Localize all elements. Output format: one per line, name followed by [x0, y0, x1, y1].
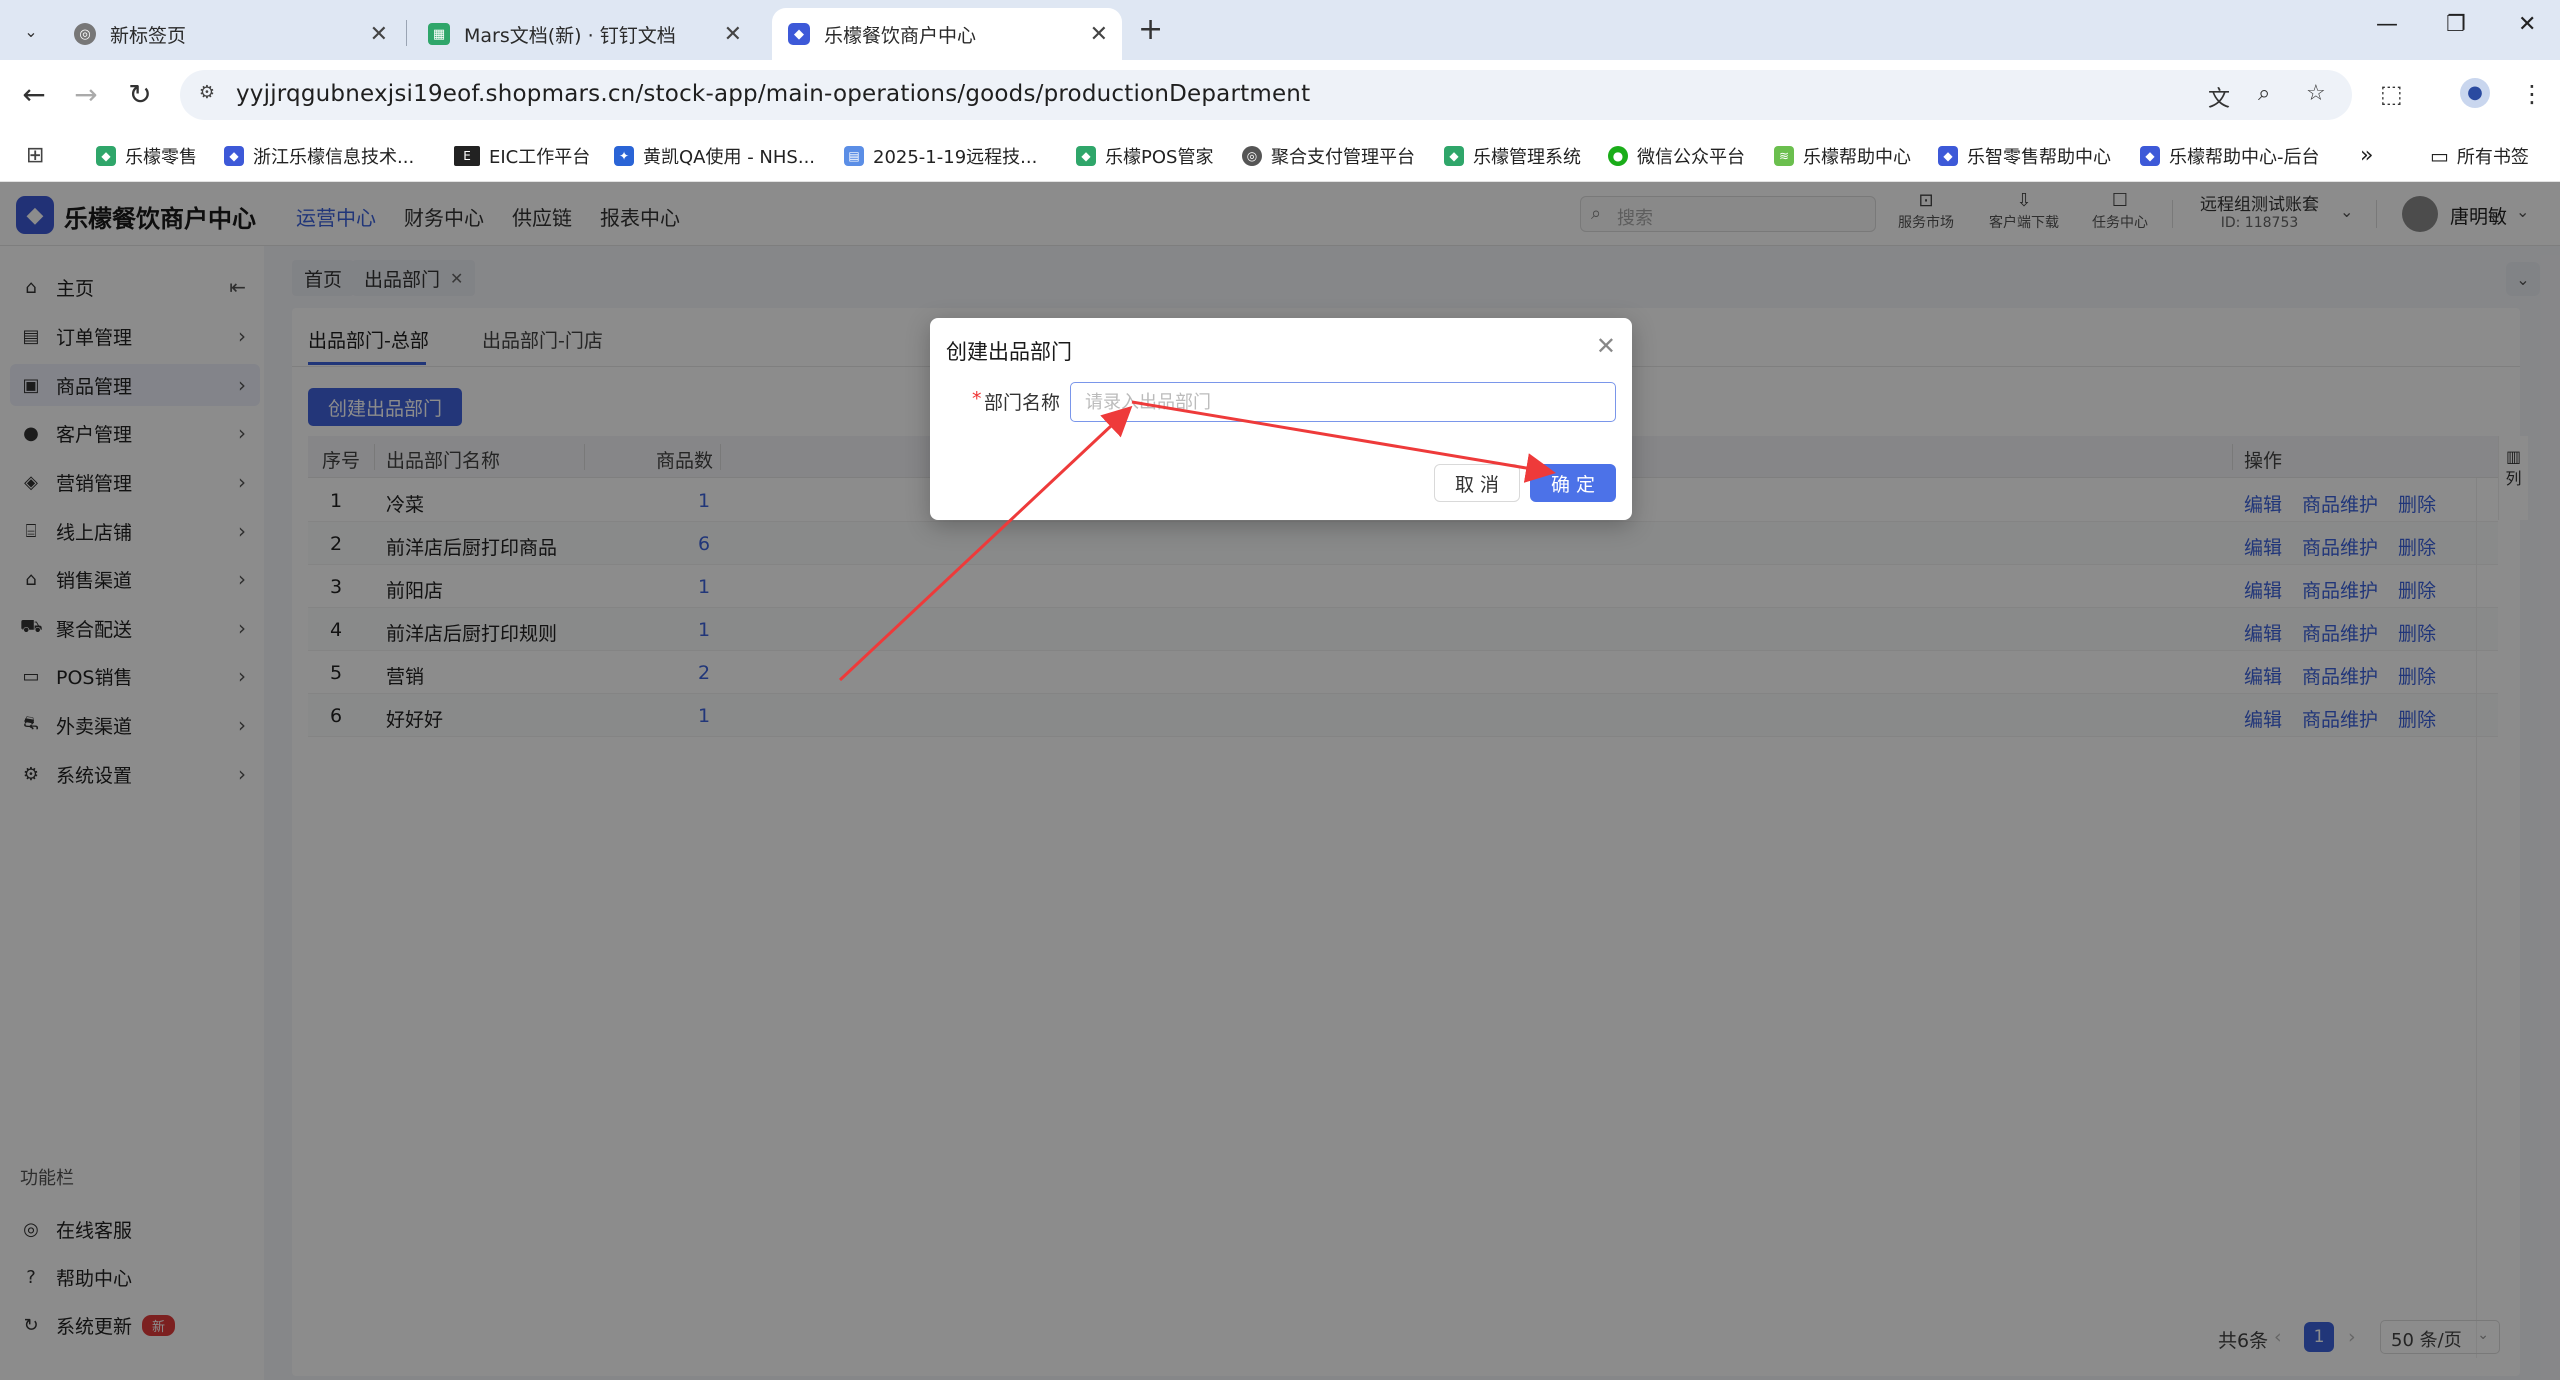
lemon-leaf-icon: ◆ [96, 146, 116, 166]
bookmark-item[interactable]: ◎ 聚合支付管理平台 [1242, 143, 1415, 169]
cancel-button[interactable]: 取 消 [1434, 464, 1520, 502]
doc-icon: ▦ [428, 23, 450, 45]
bookmark-item[interactable]: ● 微信公众平台 [1608, 143, 1745, 169]
all-bookmarks[interactable]: ▭ 所有书签 [2430, 143, 2529, 169]
jira-icon: ✦ [614, 146, 634, 166]
lemon-logo-icon: ◆ [788, 23, 810, 45]
zoom-icon[interactable]: ⌕ [2258, 81, 2270, 106]
lemon-logo-icon: ◆ [224, 146, 244, 166]
folder-icon: ▭ [2430, 144, 2449, 168]
browser-menu-icon[interactable]: ⋮ [2520, 80, 2544, 108]
browser-tab-strip: ⌄ ◎ 新标签页 ✕ ▦ Mars文档(新) · 钉钉文档 ✕ ◆ 乐檬餐饮商户… [0, 0, 2560, 60]
department-name-input[interactable] [1070, 382, 1616, 422]
department-name-label: 部门名称 [984, 392, 1061, 414]
dialog-title: 创建出品部门 [946, 340, 1072, 364]
wechat-icon: ● [1608, 146, 1628, 166]
help-center-icon: ≋ [1774, 146, 1794, 166]
confirm-button[interactable]: 确 定 [1530, 464, 1616, 502]
apps-grid-icon[interactable]: ⊞ [26, 143, 44, 168]
tab-search-chevron-icon[interactable]: ⌄ [14, 14, 48, 48]
close-window-icon[interactable]: ✕ [2518, 12, 2536, 37]
close-tab-icon[interactable]: ✕ [724, 22, 742, 47]
restore-icon[interactable]: ❐ [2446, 12, 2466, 37]
bookmark-item[interactable]: ◆ 乐檬POS管家 [1076, 143, 1213, 169]
address-bar-row: ← → ↻ ⚙ yyjjrqgubnexjsi19eof.shopmars.cn… [0, 60, 2560, 130]
create-department-dialog: 创建出品部门 ✕ * 部门名称 取 消 确 定 [930, 318, 1632, 520]
lemon-logo-icon: ◆ [2140, 146, 2160, 166]
browser-tab-mars-doc[interactable]: ▦ Mars文档(新) · 钉钉文档 ✕ [412, 8, 756, 60]
bookmark-item[interactable]: E EIC工作平台 [454, 143, 590, 169]
url-text[interactable]: yyjjrqgubnexjsi19eof.shopmars.cn/stock-a… [236, 81, 1310, 107]
bookmark-item[interactable]: ◆ 浙江乐檬信息技术... [224, 143, 414, 169]
site-settings-icon[interactable]: ⚙ [194, 82, 220, 108]
close-tab-icon[interactable]: ✕ [370, 22, 388, 47]
lemon-leaf-icon: ◆ [1076, 146, 1096, 166]
globe-icon: ◎ [1242, 146, 1262, 166]
bookmark-item[interactable]: ◆ 乐檬管理系统 [1444, 143, 1581, 169]
more-bookmarks-chevron-icon[interactable]: » [2360, 143, 2373, 168]
lemon-leaf-icon: ◆ [1444, 146, 1464, 166]
translate-icon[interactable]: 文 [2208, 81, 2230, 113]
lemon-logo-icon: ◆ [1938, 146, 1958, 166]
omnibox[interactable]: ⚙ yyjjrqgubnexjsi19eof.shopmars.cn/stock… [180, 70, 2352, 120]
eic-icon: E [454, 146, 480, 166]
profile-icon[interactable]: ● [2460, 78, 2490, 108]
bookmark-item[interactable]: ≋ 乐檬帮助中心 [1774, 143, 1911, 169]
back-arrow-icon[interactable]: ← [16, 78, 52, 111]
bookmark-item[interactable]: ◆ 乐檬零售 [96, 143, 197, 169]
browser-tab-new[interactable]: ◎ 新标签页 ✕ [58, 8, 402, 60]
forward-arrow-icon[interactable]: → [68, 78, 104, 111]
bookmark-item[interactable]: ◆ 乐智零售帮助中心 [1938, 143, 2111, 169]
new-tab-plus-icon[interactable]: + [1138, 12, 1163, 47]
bookmark-item[interactable]: ◆ 乐檬帮助中心-后台 [2140, 143, 2320, 169]
required-mark: * [972, 388, 982, 410]
close-tab-icon[interactable]: ✕ [1090, 22, 1108, 47]
bookmarks-bar: ⊞ ◆ 乐檬零售 ◆ 浙江乐檬信息技术... E EIC工作平台 ✦ 黄凯QA使用 - … [0, 130, 2560, 182]
doc-icon: ▤ [844, 146, 864, 166]
reload-icon[interactable]: ↻ [122, 78, 158, 111]
bookmark-item[interactable]: ▤ 2025-1-19远程技... [844, 143, 1037, 169]
browser-tab-merchant-center[interactable]: ◆ 乐檬餐饮商户中心 ✕ [772, 8, 1122, 60]
close-icon[interactable]: ✕ [1596, 332, 1616, 360]
minimize-icon[interactable]: — [2376, 12, 2398, 37]
extensions-icon[interactable]: ⬚ [2380, 80, 2403, 108]
chrome-icon: ◎ [74, 23, 96, 45]
bookmark-item[interactable]: ✦ 黄凯QA使用 - NHS... [614, 143, 815, 169]
bookmark-star-icon[interactable]: ☆ [2306, 81, 2326, 106]
